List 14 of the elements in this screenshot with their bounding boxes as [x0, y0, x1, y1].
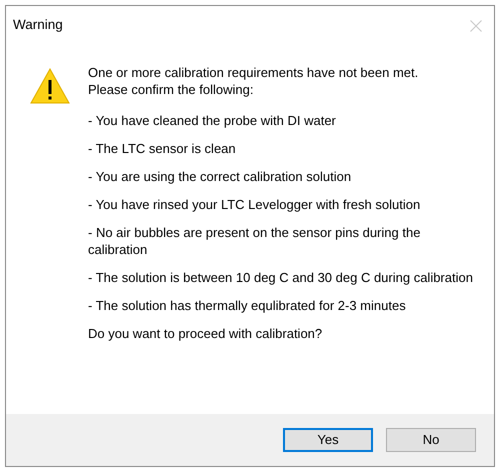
window-title: Warning — [13, 16, 63, 34]
close-icon[interactable] — [470, 20, 482, 32]
requirement-text: - You have cleaned the probe with DI water — [88, 112, 337, 129]
requirement-text: - No air bubbles are present on the sensor pins during the calibration — [88, 224, 422, 258]
requirement-text: - The LTC sensor is clean — [88, 140, 237, 157]
question-text: Do you want to proceed with calibration? — [88, 325, 324, 342]
message-text: One or more calibration requirements have not been met. Please confirm the following: — [88, 64, 420, 98]
requirement-text: - You are using the correct calibration solution — [88, 168, 352, 185]
requirement-text: - The solution has thermally equlibrated for 2-3 minutes — [88, 297, 407, 314]
dialog-button[interactable]: No — [386, 428, 476, 452]
requirement-text: - The solution is between 10 deg C and 30 deg C during calibration — [88, 269, 473, 286]
requirement-text: - You have rinsed your LTC Levelogger with fresh solution — [88, 196, 422, 213]
dialog-button[interactable]: Yes — [283, 428, 373, 452]
warning-icon — [30, 68, 70, 104]
